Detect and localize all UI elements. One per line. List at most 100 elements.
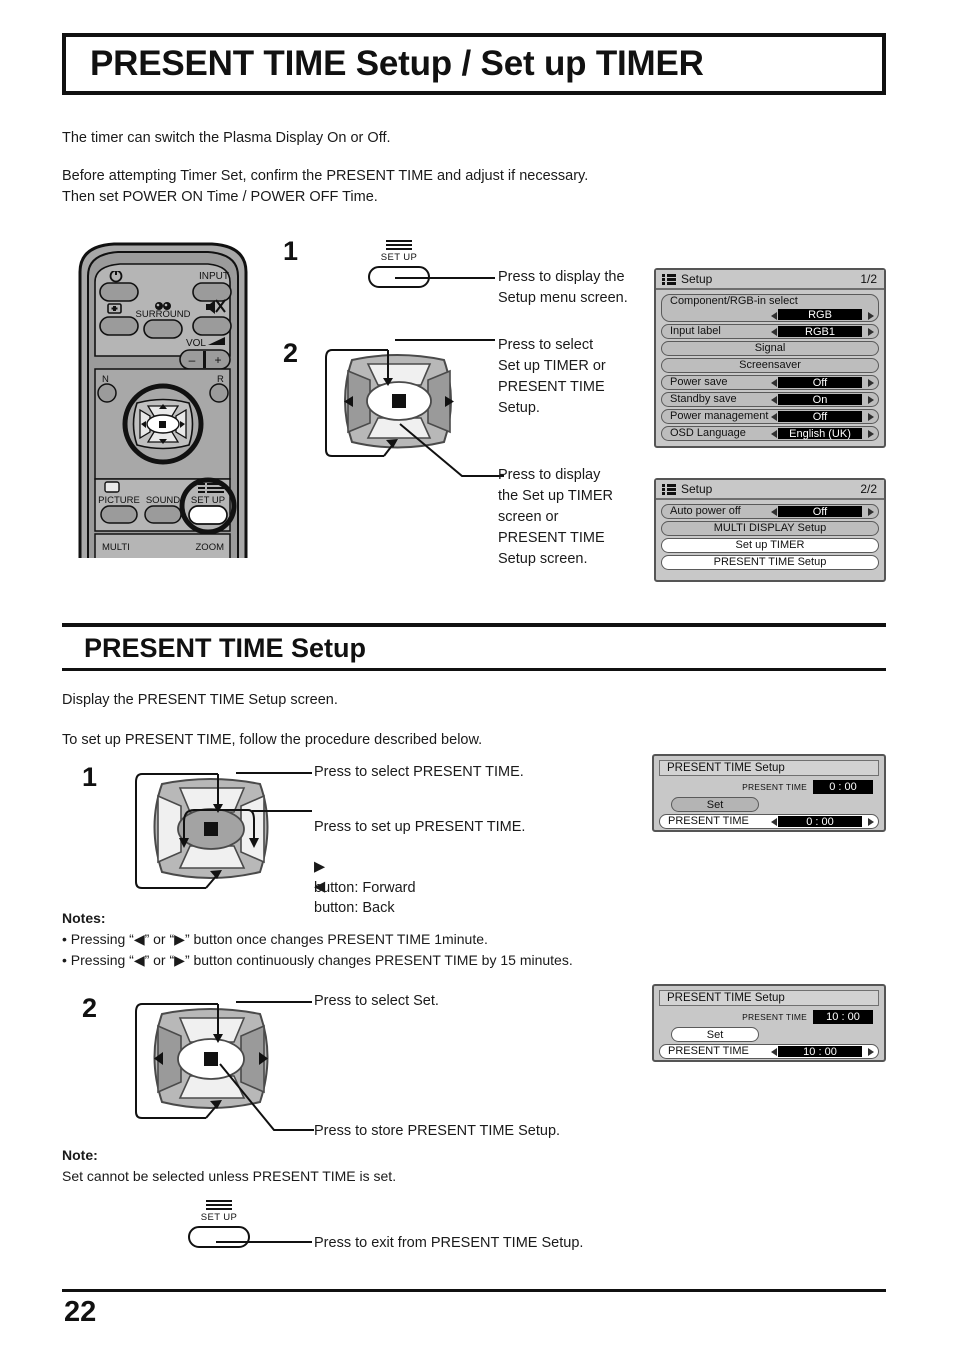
osd-row-power-save[interactable]: Power save Off: [661, 375, 879, 390]
leader-line-6: [236, 1001, 312, 1003]
right-arrow-icon[interactable]: [868, 327, 874, 336]
osd-row-label: OSD Language: [670, 427, 746, 439]
osd-row-power-management[interactable]: Power management Off: [661, 409, 879, 424]
menu-list-icon: [662, 273, 676, 285]
page-number: 22: [64, 1296, 97, 1328]
footer-divider: [62, 1289, 886, 1292]
osd-row-standby-save[interactable]: Standby save On: [661, 392, 879, 407]
left-arrow-icon[interactable]: [771, 412, 777, 421]
right-arrow-icon[interactable]: [868, 1047, 874, 1056]
menu-list-icon: [662, 483, 676, 495]
osd-row-set-up-timer[interactable]: Set up TIMER: [661, 538, 879, 553]
osd-row-label: Power management: [670, 410, 769, 422]
callout-select-present-time: Press to select PRESENT TIME.: [314, 764, 524, 780]
left-arrow-icon[interactable]: [771, 312, 777, 320]
osd-body: Auto power off Off MULTI DISPLAY Setup S…: [656, 500, 884, 578]
intro-paragraph-1: The timer can switch the Plasma Display …: [62, 130, 391, 146]
right-triangle-icon: ▶: [174, 931, 185, 947]
svg-text:PICTURE: PICTURE: [98, 495, 140, 506]
left-arrow-icon[interactable]: [771, 378, 777, 387]
svg-text:INPUT: INPUT: [199, 271, 229, 282]
svg-text:+: +: [214, 353, 221, 367]
step-number-bottom-2: 2: [82, 993, 98, 1023]
osd-setup-page-1: Setup 1/2 Component/RGB-in select RGB In…: [654, 268, 886, 448]
osd-present-time-setup-2: PRESENT TIME Setup PRESENT TIME 10 : 00 …: [652, 984, 886, 1062]
right-arrow-icon[interactable]: [868, 412, 874, 421]
left-triangle-icon: ◀: [133, 952, 145, 968]
right-arrow-icon[interactable]: [868, 429, 874, 438]
osd-row-value: 0 : 00: [778, 816, 862, 828]
svg-text:–: –: [189, 353, 196, 367]
callout-select-timer: Press to select Set up TIMER or PRESENT …: [498, 337, 606, 416]
osd-row-osd-language[interactable]: OSD Language English (UK): [661, 426, 879, 441]
osd-row-screensaver[interactable]: Screensaver: [661, 358, 879, 373]
note-2-post: ” button continuously changes PRESENT TI…: [184, 952, 573, 968]
setup-lines-icon: [386, 240, 412, 252]
remote-control-illustration: INPUT SURROUND VOL – + N R PICTURE SOUND…: [62, 238, 274, 558]
left-arrow-icon[interactable]: [771, 327, 777, 336]
section-paragraph-2: To set up PRESENT TIME, follow the proce…: [62, 732, 483, 748]
page-title-banner: PRESENT TIME Setup / Set up TIMER: [62, 33, 886, 95]
osd-set-button-disabled[interactable]: Set: [671, 797, 759, 812]
osd-row-present-time-adjust[interactable]: PRESENT TIME 10 : 00: [659, 1044, 879, 1059]
setup-key-top[interactable]: SET UP: [368, 240, 430, 290]
setup-lines-icon: [198, 483, 224, 493]
osd-title-bar: Setup 1/2: [656, 270, 884, 290]
callout-display-timer-screen: Press to display the Set up TIMER screen…: [498, 467, 613, 567]
note-1-mid: ” or “: [144, 931, 175, 947]
osd-set-button-selected[interactable]: Set: [671, 1027, 759, 1042]
osd-pt-title-text: PRESENT TIME Setup: [667, 762, 785, 774]
callout-exit-present-time: Press to exit from PRESENT TIME Setup.: [314, 1235, 584, 1251]
osd-row-multi-display-setup[interactable]: MULTI DISPLAY Setup: [661, 521, 879, 536]
osd-page-indicator: 1/2: [860, 272, 877, 286]
right-arrow-icon[interactable]: [868, 817, 874, 826]
section-heading-block: PRESENT TIME Setup: [62, 623, 886, 671]
note-item-1: • Pressing “◀” or “▶” button once change…: [62, 929, 573, 950]
left-arrow-icon[interactable]: [771, 395, 777, 404]
right-arrow-icon[interactable]: [868, 395, 874, 404]
osd-set-label: Set: [706, 1028, 724, 1041]
osd-page-indicator: 2/2: [860, 482, 877, 496]
osd-row-input-label[interactable]: Input label RGB1: [661, 324, 879, 339]
callout-set-up-present-time: Press to set up PRESENT TIME.: [314, 819, 526, 835]
leader-line-4: [236, 772, 312, 774]
left-arrow-icon[interactable]: [771, 429, 777, 438]
osd-setup-page-2: Setup 2/2 Auto power off Off MULTI DISPL…: [654, 478, 886, 582]
right-arrow-icon[interactable]: [868, 507, 874, 516]
notes-heading: Notes:: [62, 910, 106, 926]
osd-row-label: Power save: [670, 376, 728, 388]
cursor-pad-bottom-1[interactable]: [128, 760, 298, 900]
osd-row-label: Auto power off: [670, 505, 741, 517]
osd-row-label: Standby save: [670, 393, 737, 405]
osd-row-label: Component/RGB-in select: [670, 295, 798, 307]
left-arrow-icon[interactable]: [771, 817, 777, 826]
leader-line-8: [216, 1241, 312, 1243]
osd-pt-readout: PRESENT TIME 0 : 00: [659, 780, 879, 794]
osd-row-present-time-setup[interactable]: PRESENT TIME Setup: [661, 555, 879, 570]
right-arrow-icon[interactable]: [868, 378, 874, 387]
osd-row-signal[interactable]: Signal: [661, 341, 879, 356]
osd-row-value: On: [778, 394, 862, 406]
osd-row-component-rgb-select[interactable]: Component/RGB-in select RGB: [661, 294, 879, 322]
osd-row-auto-power-off[interactable]: Auto power off Off: [661, 504, 879, 519]
right-arrow-icon[interactable]: [868, 312, 874, 320]
left-arrow-icon[interactable]: [771, 507, 777, 516]
svg-text:SOUND: SOUND: [146, 495, 180, 506]
setup-key-label: SET UP: [200, 1212, 238, 1223]
note-1-pre: • Pressing “: [62, 931, 134, 947]
note-item-2: • Pressing “◀” or “▶” button continuousl…: [62, 950, 573, 971]
osd-present-time-setup-1: PRESENT TIME Setup PRESENT TIME 0 : 00 S…: [652, 754, 886, 832]
osd-row-value: Off: [778, 411, 862, 423]
osd-pt-readout-label: PRESENT TIME: [742, 782, 807, 792]
leader-line-2: [395, 339, 495, 341]
callout-store-present-time: Press to store PRESENT TIME Setup.: [314, 1123, 561, 1139]
svg-text:SET UP: SET UP: [191, 495, 225, 506]
osd-row-label: PRESENT TIME: [668, 815, 749, 827]
manual-page: PRESENT TIME Setup / Set up TIMER The ti…: [0, 0, 954, 1351]
setup-key-pill[interactable]: [188, 1226, 250, 1248]
left-arrow-icon[interactable]: [771, 1047, 777, 1056]
note-block: Note: Set cannot be selected unless PRES…: [62, 1145, 396, 1187]
left-triangle-icon: ◀: [133, 931, 145, 947]
osd-row-present-time-adjust[interactable]: PRESENT TIME 0 : 00: [659, 814, 879, 829]
leader-line-5: [252, 810, 312, 812]
